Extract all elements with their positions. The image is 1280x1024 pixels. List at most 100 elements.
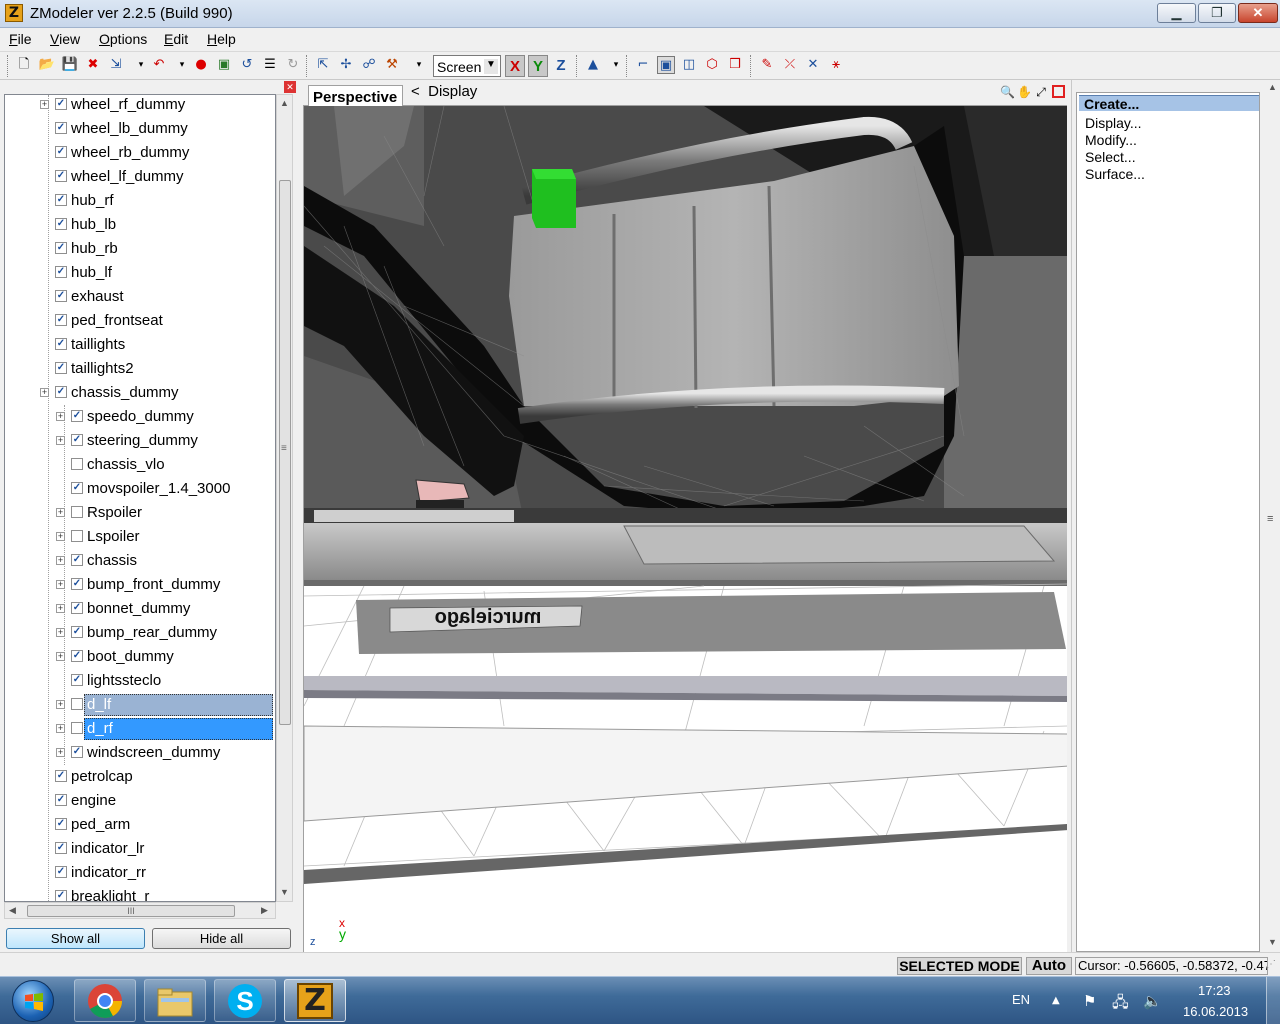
scroll-right-icon[interactable]: ▶ <box>261 905 268 916</box>
clock-time[interactable]: 17:23 <box>1198 983 1231 998</box>
show-all-button[interactable]: Show all <box>6 928 145 949</box>
expand-icon[interactable]: + <box>56 508 65 517</box>
maximize-viewport-icon[interactable]: ⤢ <box>1034 85 1048 99</box>
command-panel-scrollbar[interactable]: ▲ ≡ ▼ <box>1265 80 1280 952</box>
tree-item[interactable]: + ✓ bonnet_dummy <box>5 597 275 621</box>
zoom-icon[interactable]: 🔍 <box>1000 85 1015 99</box>
tree-item[interactable]: ✓ wheel_rb_dummy <box>5 141 275 165</box>
visibility-checkbox[interactable]: ✓ <box>55 122 67 134</box>
command-create[interactable]: Create... <box>1079 95 1259 112</box>
tree-item[interactable]: ✓ petrolcap <box>5 765 275 789</box>
show-hidden-icons-icon[interactable]: ▲ <box>1052 995 1060 1006</box>
tree-item[interactable]: + ✓ speedo_dummy <box>5 405 275 429</box>
menu-file[interactable]: File <box>9 31 32 47</box>
maximize-button[interactable]: ❐ <box>1198 3 1236 23</box>
zmodeler-app-icon[interactable]: Z <box>5 4 23 22</box>
texture-icon[interactable]: ▣ <box>215 56 233 74</box>
tree-item[interactable]: + Lspoiler <box>5 525 275 549</box>
pyramid-dropdown-icon[interactable]: ▾ <box>607 56 625 74</box>
visibility-checkbox[interactable]: ✓ <box>55 818 67 830</box>
tree-item[interactable]: + ✓ chassis_dummy <box>5 381 275 405</box>
edge-mode-icon[interactable]: ▣ <box>657 56 675 74</box>
tree-item[interactable]: + Rspoiler <box>5 501 275 525</box>
volume-icon[interactable]: 🔈 <box>1143 992 1162 1010</box>
visibility-checkbox[interactable]: ✓ <box>55 194 67 206</box>
tools-dropdown-icon[interactable]: ▾ <box>410 56 428 74</box>
tree-item[interactable]: + ✓ steering_dummy <box>5 429 275 453</box>
axis-x-toggle[interactable]: X <box>505 55 525 77</box>
visibility-checkbox[interactable]: ✓ <box>71 578 83 590</box>
visibility-checkbox[interactable]: ✓ <box>55 290 67 302</box>
tree-item[interactable]: ✓ breaklight_r <box>5 885 275 901</box>
tree-item[interactable]: ✓ ped_frontseat <box>5 309 275 333</box>
viewport-close-icon[interactable] <box>1052 85 1065 98</box>
tab-perspective[interactable]: Perspective <box>308 85 403 107</box>
walk-tool-icon[interactable]: ☍ <box>360 56 378 74</box>
panel-close-icon[interactable]: ✕ <box>284 81 296 93</box>
expand-icon[interactable]: + <box>56 412 65 421</box>
tree-item[interactable]: ✓ hub_lf <box>5 261 275 285</box>
3d-viewport[interactable]: murcielago x y z <box>303 106 1067 952</box>
record-icon[interactable]: ● <box>192 56 210 74</box>
object-tree[interactable]: + ✓ wheel_rf_dummy ✓ wheel_lb_dummy ✓ wheel_rb… <box>4 94 276 902</box>
scroll-left-icon[interactable]: ◀ <box>9 905 16 916</box>
visibility-checkbox[interactable]: ✓ <box>55 218 67 230</box>
expand-icon[interactable]: + <box>56 652 65 661</box>
expand-icon[interactable]: + <box>56 748 65 757</box>
visibility-checkbox[interactable]: ✓ <box>71 650 83 662</box>
cube-mode-icon[interactable]: ❒ <box>726 56 744 74</box>
expand-icon[interactable]: + <box>56 700 65 709</box>
menu-view[interactable]: View <box>50 31 80 47</box>
language-indicator[interactable]: EN <box>1012 992 1030 1007</box>
resize-grip-icon[interactable]: ⋰ <box>1266 959 1276 970</box>
visibility-checkbox[interactable]: ✓ <box>71 626 83 638</box>
tree-item[interactable]: + ✓ windscreen_dummy <box>5 741 275 765</box>
tools-icon[interactable]: ⚒ <box>383 56 401 74</box>
tree-item[interactable]: ✓ engine <box>5 789 275 813</box>
minimize-button[interactable]: ▁ <box>1157 3 1196 23</box>
tree-vertical-thumb[interactable]: ≡ <box>279 180 291 725</box>
tree-item[interactable]: ✓ hub_rf <box>5 189 275 213</box>
visibility-checkbox[interactable]: ✓ <box>71 434 83 446</box>
taskbar-chrome[interactable] <box>74 979 136 1022</box>
pan-hand-icon[interactable]: ✋ <box>1017 85 1032 99</box>
expand-icon[interactable]: + <box>56 628 65 637</box>
command-select[interactable]: Select... <box>1085 149 1136 165</box>
menu-options[interactable]: Options <box>99 31 147 47</box>
visibility-checkbox[interactable]: ✓ <box>71 746 83 758</box>
tree-item[interactable]: ✓ wheel_lb_dummy <box>5 117 275 141</box>
visibility-checkbox[interactable]: ✓ <box>55 866 67 878</box>
scroll-down-icon[interactable]: ▼ <box>1268 937 1277 947</box>
tree-horizontal-thumb[interactable]: III <box>27 905 235 917</box>
visibility-checkbox[interactable] <box>71 530 83 542</box>
weld-icon[interactable]: ⚹ <box>827 56 845 74</box>
face-mode-icon[interactable]: ◫ <box>680 56 698 74</box>
tree-item[interactable]: + ✓ bump_front_dummy <box>5 573 275 597</box>
tree-item[interactable]: ✓ movspoiler_1.4_3000 <box>5 477 275 501</box>
tree-item[interactable]: ✓ lightssteclo <box>5 669 275 693</box>
export-icon[interactable]: ↶ <box>150 56 168 74</box>
expand-icon[interactable]: + <box>56 724 65 733</box>
save-icon[interactable]: 💾 <box>61 56 79 74</box>
display-menu[interactable]: < Display <box>411 83 477 100</box>
action-center-flag-icon[interactable]: ⚑ <box>1083 992 1096 1010</box>
select-tool-icon[interactable]: ⇱ <box>314 56 332 74</box>
expand-icon[interactable]: + <box>56 556 65 565</box>
visibility-checkbox[interactable] <box>71 698 83 710</box>
visibility-checkbox[interactable]: ✓ <box>55 794 67 806</box>
undo-icon[interactable]: ↺ <box>238 56 256 74</box>
redo-icon[interactable]: ↻ <box>284 56 302 74</box>
visibility-checkbox[interactable]: ✓ <box>71 554 83 566</box>
visibility-checkbox[interactable]: ✓ <box>55 338 67 350</box>
move-tool-icon[interactable]: ✢ <box>337 56 355 74</box>
tree-item[interactable]: ✓ hub_rb <box>5 237 275 261</box>
visibility-checkbox[interactable]: ✓ <box>71 674 83 686</box>
view-mode-select[interactable]: Screen ▼ <box>433 55 501 77</box>
visibility-checkbox[interactable]: ✓ <box>55 170 67 182</box>
command-display[interactable]: Display... <box>1085 115 1142 131</box>
command-modify[interactable]: Modify... <box>1085 132 1137 148</box>
properties-icon[interactable]: ☰ <box>261 56 279 74</box>
visibility-checkbox[interactable]: ✓ <box>55 146 67 158</box>
axis-z-toggle[interactable]: Z <box>551 55 571 77</box>
visibility-checkbox[interactable] <box>71 458 83 470</box>
